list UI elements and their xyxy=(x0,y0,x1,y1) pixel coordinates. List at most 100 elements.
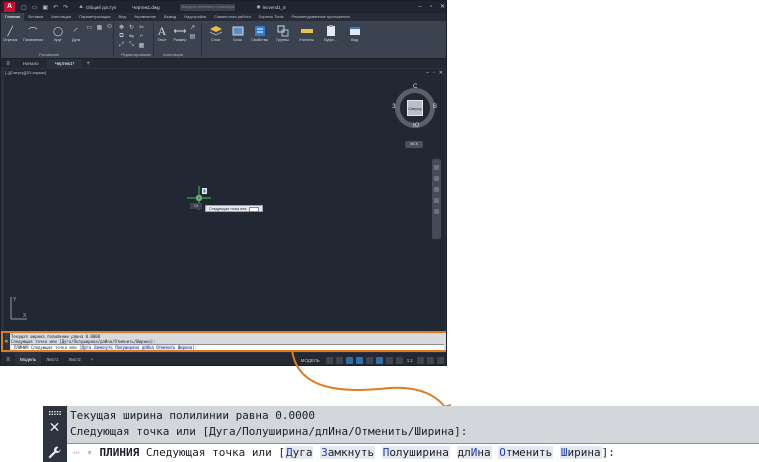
option-arc[interactable]: Дуга xyxy=(284,446,314,459)
mirror-icon[interactable]: ⇋ xyxy=(127,33,136,41)
layout-tab-sheet2[interactable]: Лист2 xyxy=(63,353,85,365)
file-tab-start[interactable]: Начало xyxy=(15,59,47,68)
drawing-area[interactable]: [–][Сверху][2D-каркас] – ▫ ✕ Сверху С Ю … xyxy=(4,69,445,331)
tab-addins[interactable]: Надстройки xyxy=(180,13,210,21)
option-width[interactable]: Ширина xyxy=(177,345,193,350)
full-navigation-wheel-icon[interactable] xyxy=(434,165,439,170)
compass-east[interactable]: В xyxy=(433,104,437,110)
trim-icon[interactable]: ✂ xyxy=(137,24,146,32)
close-command-line-icon[interactable]: ✕ xyxy=(3,339,10,345)
search-input[interactable]: Введите ключевое слово/фразу xyxy=(179,3,235,11)
compass-west[interactable]: З xyxy=(392,104,396,110)
viewport-restore-icon[interactable]: ▫ xyxy=(433,70,435,76)
undo-icon[interactable]: ↶ xyxy=(53,4,58,11)
option-halfwidth[interactable]: Полуширина xyxy=(115,345,140,350)
arc-tool[interactable]: ◜ Дуга xyxy=(69,24,83,43)
close-command-line-icon[interactable]: ✕ xyxy=(48,420,61,434)
pan-icon[interactable] xyxy=(434,176,439,181)
autocad-logo[interactable]: A xyxy=(4,2,15,12)
option-length[interactable]: длИна xyxy=(141,345,154,350)
wcs-menu[interactable]: МСК xyxy=(405,141,423,148)
leader-icon[interactable]: ↗ xyxy=(188,24,197,32)
dimension-tool[interactable]: ⟷ Размер xyxy=(173,24,187,43)
orbit-icon[interactable] xyxy=(434,198,439,203)
copy-icon[interactable]: ⧉ xyxy=(117,33,126,41)
rectangle-icon[interactable]: ▭ xyxy=(85,24,94,32)
tab-featured-apps[interactable]: Рекомендованные приложения xyxy=(288,13,354,21)
option-halfwidth[interactable]: Полуширина xyxy=(381,446,450,459)
stretch-icon[interactable]: ⤢ xyxy=(117,42,126,50)
new-file-icon[interactable]: ▢ xyxy=(21,4,27,11)
close-window-icon[interactable]: ✕ xyxy=(440,1,445,13)
option-arc[interactable]: Дуга xyxy=(81,345,92,350)
option-length[interactable]: длИна xyxy=(456,446,492,459)
layers-panel[interactable]: Слои xyxy=(206,23,225,42)
option-undo[interactable]: Отменить xyxy=(156,345,176,350)
command-input[interactable]: ⋯ ▾ ПЛИНИЯ Следующая точка или [Дуга Зам… xyxy=(67,443,759,462)
tab-manage[interactable]: Управление xyxy=(130,13,160,21)
file-tab-drawing[interactable]: Чертеж1* xyxy=(46,59,83,68)
option-undo[interactable]: Отменить xyxy=(498,446,554,459)
clipboard-panel[interactable]: Буфе... xyxy=(321,23,340,42)
option-close[interactable]: Замкнуть xyxy=(93,345,113,350)
move-icon[interactable]: ✥ xyxy=(117,24,126,32)
dynamic-input-value[interactable]: 3,5 xyxy=(190,203,202,209)
viewcube[interactable]: Сверху С Ю З В xyxy=(392,84,438,131)
viewcube-top-face[interactable]: Сверху xyxy=(407,100,423,116)
new-tab-button[interactable]: + xyxy=(82,61,94,67)
table-icon[interactable]: ▤ xyxy=(188,33,197,41)
groups-panel[interactable]: Группы xyxy=(273,23,292,42)
utilities-panel[interactable]: Утилиты xyxy=(297,23,316,42)
recent-commands-icon[interactable]: ⋯ ▾ xyxy=(73,446,93,459)
tab-view[interactable]: Вид xyxy=(115,13,130,21)
array-icon[interactable]: ▦ xyxy=(137,42,146,50)
rotate-icon[interactable]: ↻ xyxy=(127,24,136,32)
layout-tab-sheet1[interactable]: Лист1 xyxy=(41,353,63,365)
line-tool[interactable]: ╱ Отрезок xyxy=(3,24,17,43)
viewport-minimize-icon[interactable]: – xyxy=(426,70,429,76)
layout-tab-model[interactable]: Модель xyxy=(15,353,42,365)
tab-insert[interactable]: Вставка xyxy=(24,13,47,21)
open-file-icon[interactable]: ▭ xyxy=(32,4,38,11)
tab-parametric[interactable]: Параметризация xyxy=(75,13,114,21)
compass-south[interactable]: Ю xyxy=(413,123,419,129)
dynamic-input-tooltip[interactable]: Следующая точка или: xyxy=(205,205,264,212)
navigation-bar[interactable] xyxy=(432,159,441,239)
block-panel[interactable]: Блок xyxy=(228,23,247,42)
view-panel[interactable]: Вид xyxy=(345,23,364,42)
zoom-extents-icon[interactable] xyxy=(434,187,439,192)
dynamic-input-field[interactable] xyxy=(249,206,260,212)
add-layout-icon[interactable]: + xyxy=(86,353,99,365)
circle-tool[interactable]: ◯ Круг xyxy=(51,24,65,43)
option-width[interactable]: Ширина xyxy=(559,446,602,459)
share-button[interactable]: ▲ Общий доступ xyxy=(78,4,116,10)
layout-menu-icon[interactable]: ≡ xyxy=(1,357,15,363)
text-tool[interactable]: A Текст xyxy=(155,24,169,43)
viewport-close-icon[interactable]: ✕ xyxy=(439,70,443,76)
modify-panel-label[interactable]: Редактирование xyxy=(121,52,151,57)
maximize-icon[interactable]: ▫ xyxy=(430,1,432,13)
user-account[interactable]: ◉ lecvend1_8 xyxy=(257,4,286,10)
tab-express-tools[interactable]: Express Tools xyxy=(255,13,288,21)
fillet-icon[interactable]: ⌐ xyxy=(137,33,146,41)
hatch-icon[interactable]: ▦ xyxy=(95,24,104,32)
viewport-controls-label[interactable]: [–][Сверху][2D-каркас] xyxy=(5,70,46,75)
tab-output[interactable]: Вывод xyxy=(160,13,180,21)
grip-icon[interactable] xyxy=(49,411,61,415)
polyline-tool[interactable]: ⌒ Полилиния xyxy=(23,24,43,43)
draw-panel-label[interactable]: Рисование xyxy=(39,52,59,57)
tab-collaborate[interactable]: Совместная работа xyxy=(210,13,255,21)
annotation-panel-label[interactable]: Аннотации xyxy=(163,52,183,57)
tab-home[interactable]: Главная xyxy=(1,13,25,21)
option-close[interactable]: Замкнуть xyxy=(320,446,376,459)
showmotion-icon[interactable] xyxy=(434,209,439,214)
scale-icon[interactable]: ⤡ xyxy=(127,42,136,50)
tab-annotate[interactable]: Аннотации xyxy=(47,13,75,21)
minimize-icon[interactable]: – xyxy=(418,1,421,13)
redo-icon[interactable]: ↷ xyxy=(63,4,68,11)
hamburger-menu-icon[interactable]: ≡ xyxy=(1,61,15,67)
compass-north[interactable]: С xyxy=(413,84,417,90)
customize-wrench-icon[interactable] xyxy=(47,445,62,460)
properties-panel[interactable]: Свойства xyxy=(250,23,269,42)
save-icon[interactable]: ▣ xyxy=(42,4,48,11)
